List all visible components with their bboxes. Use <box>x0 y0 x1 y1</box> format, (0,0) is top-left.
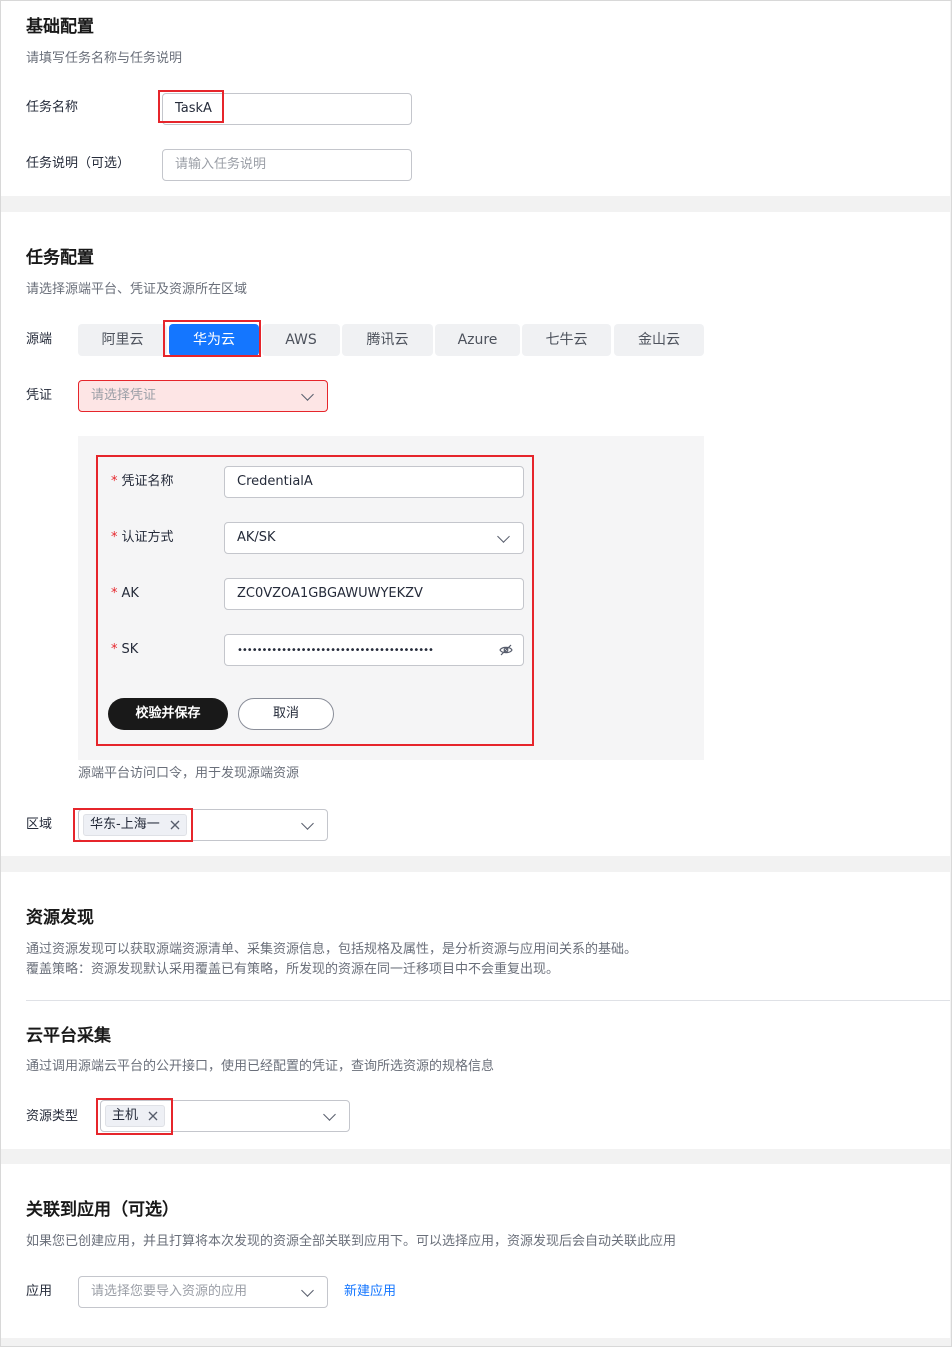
auth-method-label-text: 认证方式 <box>121 530 174 545</box>
chevron-down-icon <box>301 388 314 401</box>
tab-aliyun[interactable]: 阿里云 <box>78 324 167 356</box>
ak-label-text: AK <box>121 586 139 601</box>
highlight-box <box>96 1098 173 1135</box>
credential-name-input[interactable]: CredentialA <box>224 466 524 498</box>
credential-hint: 源端平台访问口令，用于发现源端资源 <box>78 766 300 781</box>
credential-name-value: CredentialA <box>237 474 313 489</box>
tab-tencentcloud[interactable]: 腾讯云 <box>342 324 433 356</box>
tab-kingsoft[interactable]: 金山云 <box>614 324 704 356</box>
required-mark: * <box>111 642 118 657</box>
section-title-discovery: 资源发现 <box>26 908 94 928</box>
auth-method-select[interactable]: AK/SK <box>224 522 524 554</box>
app-label: 应用 <box>26 1284 53 1299</box>
tab-qiniu[interactable]: 七牛云 <box>522 324 611 356</box>
sk-value: •••••••••••••••••••••••••••••••••••••••• <box>237 645 434 656</box>
required-mark: * <box>111 586 118 601</box>
auth-method-label: * 认证方式 <box>111 528 174 548</box>
region-label: 区域 <box>26 817 53 832</box>
cloud-collect-desc: 通过调用源端云平台的公开接口，使用已经配置的凭证，查询所选资源的规格信息 <box>26 1059 495 1074</box>
chevron-down-icon <box>497 530 510 543</box>
chevron-down-icon <box>323 1108 336 1121</box>
chevron-down-icon <box>301 817 314 830</box>
eye-off-icon[interactable] <box>499 643 513 657</box>
required-mark: * <box>111 474 118 489</box>
credential-label: 凭证 <box>26 388 53 403</box>
credential-placeholder: 请选择凭证 <box>91 388 157 403</box>
app-desc: 如果您已创建应用，并且打算将本次发现的资源全部关联到应用下。可以选择应用，资源发… <box>26 1234 677 1249</box>
new-app-link[interactable]: 新建应用 <box>344 1282 396 1302</box>
section-desc-task: 请选择源端平台、凭证及资源所在区域 <box>26 282 248 297</box>
app-select[interactable]: 请选择您要导入资源的应用 <box>78 1276 328 1308</box>
resource-type-label: 资源类型 <box>26 1109 79 1124</box>
section-title-basic: 基础配置 <box>26 17 94 37</box>
tab-aws[interactable]: AWS <box>262 324 340 356</box>
credential-select[interactable]: 请选择凭证 <box>78 380 328 412</box>
task-desc-input[interactable]: 请输入任务说明 <box>162 149 412 181</box>
highlight-box <box>73 808 193 842</box>
discovery-desc-line1: 通过资源发现可以获取源端资源清单、采集资源信息，包括规格及属性，是分析资源与应用… <box>26 942 638 957</box>
app-placeholder: 请选择您要导入资源的应用 <box>91 1284 248 1299</box>
credential-name-label: * 凭证名称 <box>111 472 174 492</box>
sk-input[interactable]: •••••••••••••••••••••••••••••••••••••••• <box>224 634 524 666</box>
source-label: 源端 <box>26 332 53 347</box>
divider <box>26 1000 950 1001</box>
required-mark: * <box>111 530 118 545</box>
ak-label: * AK <box>111 584 139 604</box>
sk-label-text: SK <box>121 642 139 657</box>
cancel-button[interactable]: 取消 <box>238 698 334 730</box>
basic-config-section: 基础配置 请填写任务名称与任务说明 任务名称 TaskA 任务说明（可选） 请输… <box>1 1 950 196</box>
section-desc-basic: 请填写任务名称与任务说明 <box>26 51 183 66</box>
chevron-down-icon <box>301 1284 314 1297</box>
task-desc-placeholder: 请输入任务说明 <box>175 157 267 172</box>
ak-value: ZC0VZOA1GBGAWUWYEKZV <box>237 586 423 601</box>
task-desc-label: 任务说明（可选） <box>26 156 131 171</box>
discovery-desc-line2: 覆盖策略：资源发现默认采用覆盖已有策略，所发现的资源在同一迁移项目中不会重复出现… <box>26 962 560 977</box>
tab-azure[interactable]: Azure <box>435 324 520 356</box>
ak-input[interactable]: ZC0VZOA1GBGAWUWYEKZV <box>224 578 524 610</box>
verify-save-button[interactable]: 校验并保存 <box>108 698 228 730</box>
highlight-box <box>158 90 224 123</box>
sk-label: * SK <box>111 640 138 660</box>
auth-method-value: AK/SK <box>237 530 276 545</box>
task-name-label: 任务名称 <box>26 100 79 115</box>
highlight-box <box>163 320 261 357</box>
section-title-task: 任务配置 <box>26 248 94 268</box>
section-title-app: 关联到应用（可选） <box>26 1200 179 1220</box>
section-title-cloud-collect: 云平台采集 <box>26 1026 111 1046</box>
credential-name-label-text: 凭证名称 <box>121 474 174 489</box>
